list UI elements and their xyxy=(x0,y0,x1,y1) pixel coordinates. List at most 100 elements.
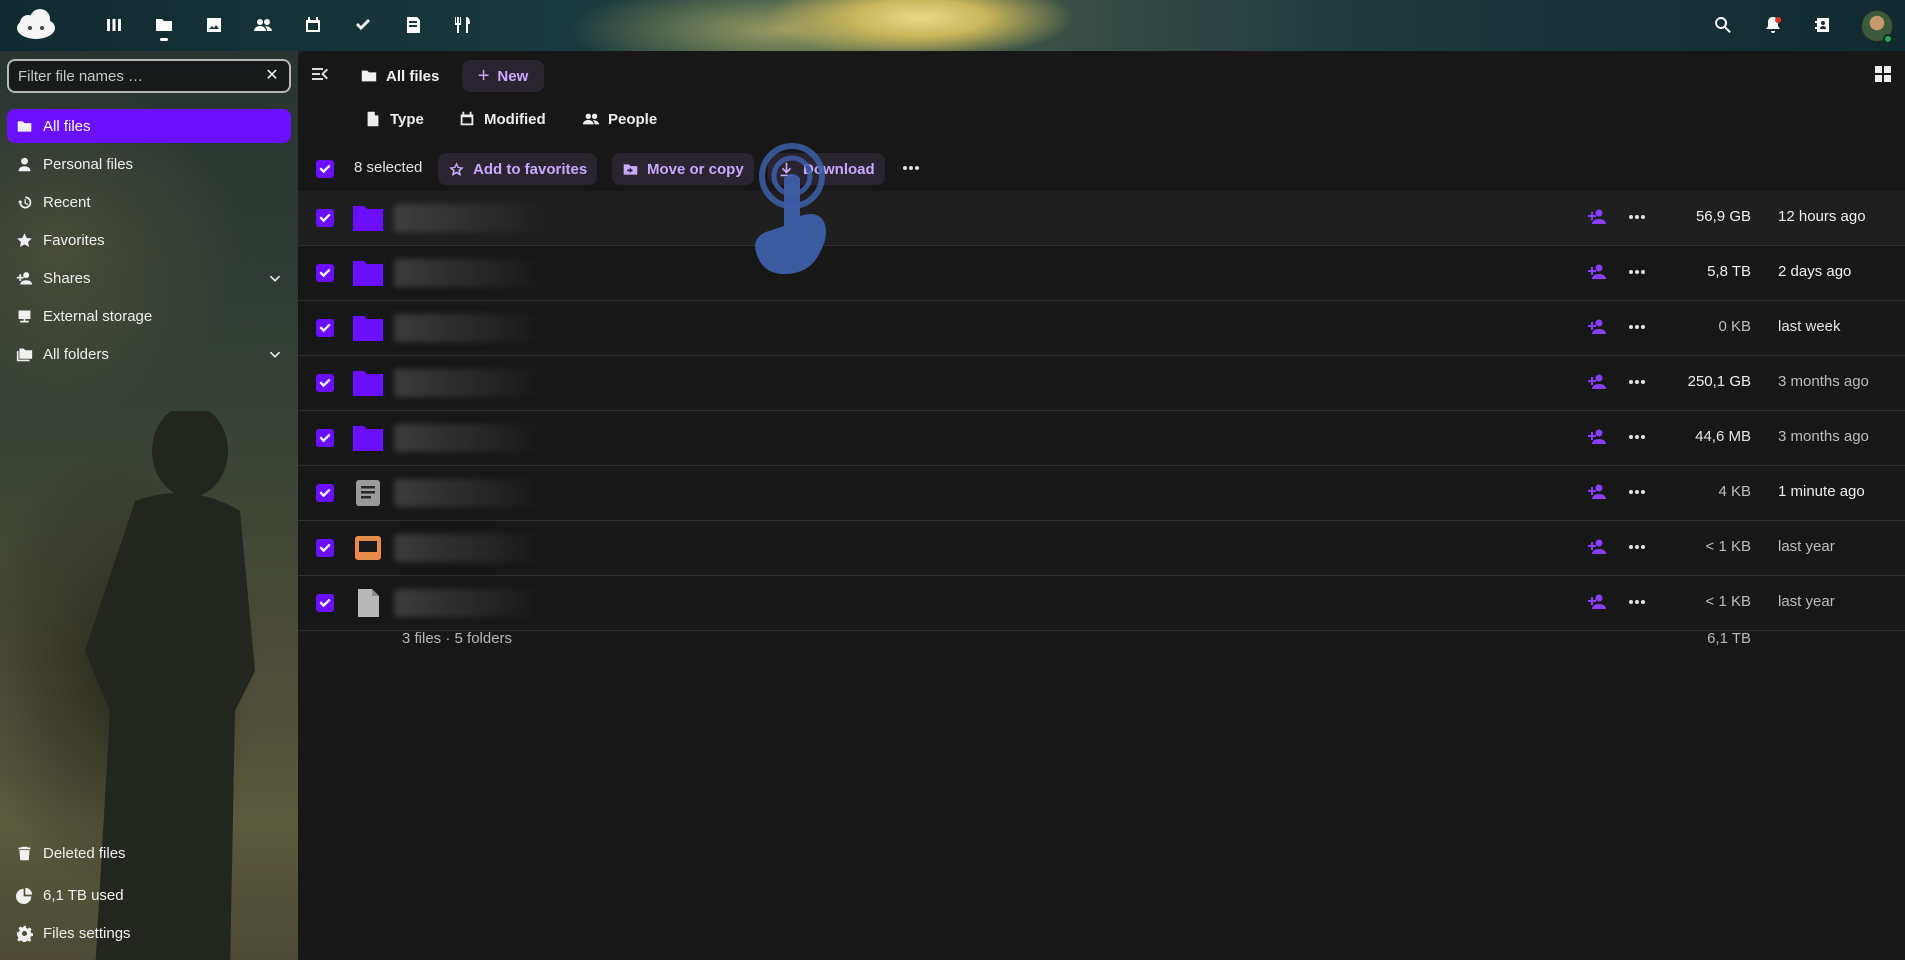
app-navigation: ✕ All files Personal files Recent Favori… xyxy=(0,51,298,960)
more-actions-icon[interactable] xyxy=(1627,262,1649,284)
file-name-redacted[interactable] xyxy=(394,534,544,562)
photos-icon[interactable] xyxy=(202,13,226,37)
share-icon[interactable] xyxy=(1587,427,1609,449)
file-icon xyxy=(367,111,379,127)
file-row[interactable]: 56,9 GB 12 hours ago xyxy=(298,191,1905,246)
files-icon[interactable] xyxy=(152,13,176,37)
filter-modified[interactable]: Modified xyxy=(458,103,546,135)
file-row[interactable]: < 1 KB last year xyxy=(298,576,1905,631)
tasks-icon[interactable] xyxy=(351,13,375,37)
nav-label: Favorites xyxy=(43,231,105,249)
text-file-icon xyxy=(352,478,384,508)
share-icon[interactable] xyxy=(1587,207,1609,229)
file-row[interactable]: 4 KB 1 minute ago xyxy=(298,466,1905,521)
new-button[interactable]: + New xyxy=(462,60,544,92)
move-or-copy-button[interactable]: Move or copy xyxy=(612,153,754,185)
calendar-icon[interactable] xyxy=(301,13,325,37)
share-icon[interactable] xyxy=(1587,537,1609,559)
file-modified: last year xyxy=(1778,593,1835,610)
grid-view-icon[interactable] xyxy=(1873,64,1895,86)
row-checkbox[interactable] xyxy=(316,209,334,227)
download-button[interactable]: Download xyxy=(768,153,885,185)
notifications-icon[interactable] xyxy=(1761,13,1785,37)
folder-move-icon xyxy=(623,163,638,175)
share-icon[interactable] xyxy=(1587,262,1609,284)
notes-icon[interactable] xyxy=(401,13,425,37)
action-label: Add to favorites xyxy=(473,160,588,178)
nav-personal-files[interactable]: Personal files xyxy=(7,147,291,181)
row-checkbox[interactable] xyxy=(316,594,334,612)
more-actions-icon[interactable] xyxy=(1627,317,1649,339)
toggle-navigation-icon[interactable] xyxy=(310,64,332,86)
share-user-icon xyxy=(16,271,33,284)
share-icon[interactable] xyxy=(1587,372,1609,394)
file-modified: 1 minute ago xyxy=(1778,483,1865,500)
file-row[interactable]: 5,8 TB 2 days ago xyxy=(298,246,1905,301)
file-name-redacted[interactable] xyxy=(394,369,544,397)
chevron-down-icon[interactable] xyxy=(267,270,283,286)
nav-label: All folders xyxy=(43,345,109,363)
download-icon xyxy=(780,162,793,176)
nav-label: 6,1 TB used xyxy=(43,886,124,904)
file-name-redacted[interactable] xyxy=(394,204,544,232)
search-icon[interactable] xyxy=(1711,13,1735,37)
folder-icon xyxy=(361,70,377,82)
row-checkbox[interactable] xyxy=(316,429,334,447)
dashboard-icon[interactable] xyxy=(102,13,126,37)
more-actions-icon[interactable] xyxy=(901,158,923,180)
more-actions-icon[interactable] xyxy=(1627,537,1649,559)
file-row[interactable]: 44,6 MB 3 months ago xyxy=(298,411,1905,466)
nav-files-settings[interactable]: Files settings xyxy=(7,916,291,950)
cookbook-icon[interactable] xyxy=(451,13,475,37)
file-name-redacted[interactable] xyxy=(394,424,544,452)
more-actions-icon[interactable] xyxy=(1627,427,1649,449)
nav-label: Recent xyxy=(43,193,91,211)
row-checkbox[interactable] xyxy=(316,374,334,392)
share-icon[interactable] xyxy=(1587,482,1609,504)
close-icon[interactable]: ✕ xyxy=(263,67,281,85)
row-checkbox[interactable] xyxy=(316,539,334,557)
file-row[interactable]: 0 KB last week xyxy=(298,301,1905,356)
file-name-redacted[interactable] xyxy=(394,589,544,617)
new-label: New xyxy=(497,67,529,85)
file-row[interactable]: < 1 KB last year xyxy=(298,521,1905,576)
nav-favorites[interactable]: Favorites xyxy=(7,223,291,257)
nav-deleted-files[interactable]: Deleted files xyxy=(7,836,291,870)
more-actions-icon[interactable] xyxy=(1627,592,1649,614)
file-name-redacted[interactable] xyxy=(394,259,544,287)
file-row[interactable]: 250,1 GB 3 months ago xyxy=(298,356,1905,411)
file-name-redacted[interactable] xyxy=(394,479,544,507)
share-icon[interactable] xyxy=(1587,592,1609,614)
chevron-down-icon[interactable] xyxy=(267,346,283,362)
contacts-menu-icon[interactable] xyxy=(1811,13,1835,37)
nav-label: Files settings xyxy=(43,924,131,942)
breadcrumb[interactable]: All files xyxy=(360,61,439,91)
action-label: Move or copy xyxy=(647,160,744,178)
contacts-icon[interactable] xyxy=(251,13,275,37)
nav-all-files[interactable]: All files xyxy=(7,109,291,143)
more-actions-icon[interactable] xyxy=(1627,482,1649,504)
check-icon xyxy=(319,433,331,443)
folders-icon xyxy=(16,348,33,361)
row-checkbox[interactable] xyxy=(316,484,334,502)
add-to-favorites-button[interactable]: Add to favorites xyxy=(438,153,598,185)
row-checkbox[interactable] xyxy=(316,264,334,282)
filter-type[interactable]: Type xyxy=(364,103,424,135)
nextcloud-logo[interactable] xyxy=(14,8,58,42)
filter-people[interactable]: People xyxy=(582,103,657,135)
nav-recent[interactable]: Recent xyxy=(7,185,291,219)
file-name-redacted[interactable] xyxy=(394,314,544,342)
gear-icon xyxy=(16,925,33,942)
filter-input[interactable] xyxy=(18,67,258,85)
row-checkbox[interactable] xyxy=(316,319,334,337)
select-all-checkbox[interactable] xyxy=(316,160,334,178)
file-modified: 3 months ago xyxy=(1778,428,1869,445)
nav-all-folders[interactable]: All folders xyxy=(7,337,291,371)
filter-file-names: ✕ xyxy=(7,59,291,93)
more-actions-icon[interactable] xyxy=(1627,207,1649,229)
share-icon[interactable] xyxy=(1587,317,1609,339)
storage-quota[interactable]: 6,1 TB used xyxy=(7,878,291,912)
nav-shares[interactable]: Shares xyxy=(7,261,291,295)
more-actions-icon[interactable] xyxy=(1627,372,1649,394)
nav-external-storage[interactable]: External storage xyxy=(7,299,291,333)
